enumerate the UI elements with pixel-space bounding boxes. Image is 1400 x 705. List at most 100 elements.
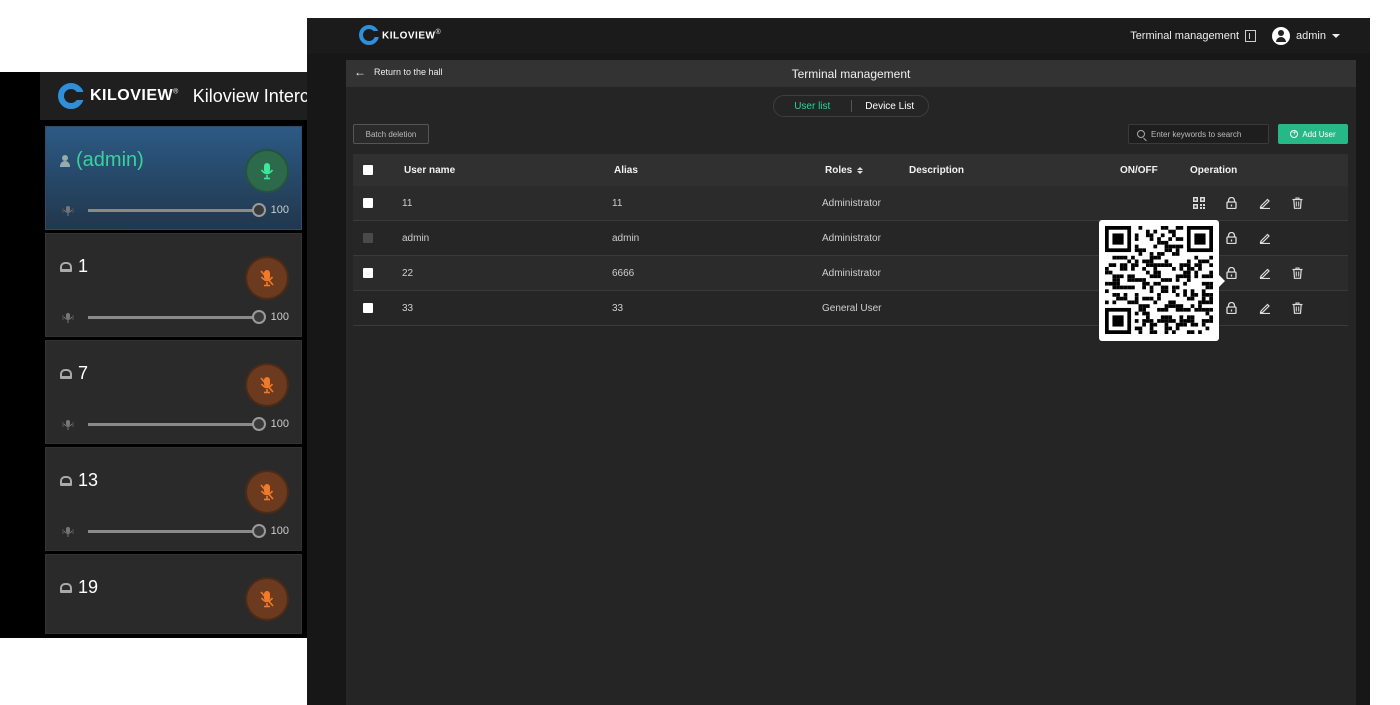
table-row: 11 11 Administrator — [353, 186, 1348, 221]
terminal-icon — [60, 475, 72, 486]
cell-alias: 33 — [612, 302, 624, 314]
tab-switcher: User list Device List — [773, 95, 929, 117]
user-avatar-icon[interactable] — [1272, 27, 1291, 45]
intercom-title: Kiloview Intercom — [192, 85, 307, 106]
terminal-icon — [60, 261, 72, 272]
intercom-card-label: 7 — [78, 363, 89, 383]
search-box[interactable] — [1128, 124, 1269, 144]
row-checkbox[interactable] — [363, 268, 373, 278]
search-icon — [1137, 130, 1145, 138]
add-user-button[interactable]: + Add User — [1278, 124, 1348, 144]
cell-alias: 11 — [612, 197, 623, 209]
cell-user-name: 33 — [402, 302, 414, 314]
cell-role: General User — [822, 302, 882, 314]
volume-slider-knob[interactable] — [252, 416, 266, 431]
header-operation: Operation — [1190, 164, 1238, 176]
row-checkbox[interactable] — [363, 303, 373, 313]
add-user-label[interactable]: Add User — [1302, 130, 1335, 139]
edit-icon[interactable] — [1256, 300, 1273, 317]
screenshot-stage: KILOVIEW® Kiloview Intercom (admin)10011… — [0, 0, 1400, 705]
search-input[interactable] — [1151, 129, 1261, 139]
volume-row: 100 — [62, 416, 289, 431]
cell-operations — [1190, 186, 1306, 220]
user-menu-name[interactable]: admin — [1296, 30, 1326, 42]
select-all-checkbox[interactable] — [363, 165, 373, 175]
volume-row: 100 — [62, 202, 289, 217]
edit-icon[interactable] — [1256, 265, 1273, 282]
volume-row: 100 — [62, 523, 289, 538]
volume-slider-knob[interactable] — [252, 202, 266, 217]
intercom-card-label: 19 — [78, 577, 99, 597]
select-all-cell — [363, 154, 373, 186]
intercom-window: KILOVIEW® Kiloview Intercom (admin)10011… — [0, 72, 307, 638]
cell-role: Administrator — [822, 232, 881, 244]
top-brand-text: KILOVIEW — [382, 30, 436, 42]
microphone-muted-icon[interactable] — [247, 472, 287, 512]
cell-role: Administrator — [822, 267, 881, 279]
top-bar: KILOVIEW® Terminal management admin — [307, 18, 1370, 53]
microphone-muted-icon[interactable] — [247, 365, 287, 405]
microphone-muted-icon[interactable] — [247, 579, 287, 619]
top-brand-text-wrap: KILOVIEW® — [382, 29, 441, 41]
person-icon — [60, 154, 70, 167]
qr-code-icon[interactable] — [1190, 195, 1207, 212]
intercom-card[interactable]: 1 100 — [45, 233, 302, 337]
terminal-management-icon[interactable] — [1245, 30, 1257, 42]
lock-icon[interactable] — [1223, 230, 1240, 247]
tab-device-list[interactable]: Device List — [852, 101, 929, 112]
tab-user-list[interactable]: User list — [774, 101, 851, 112]
chevron-down-icon[interactable] — [1332, 34, 1340, 38]
edit-icon[interactable] — [1256, 230, 1273, 247]
lock-icon[interactable] — [1223, 300, 1240, 317]
volume-slider[interactable] — [88, 416, 266, 431]
trash-icon[interactable] — [1289, 195, 1306, 212]
volume-slider[interactable] — [88, 202, 266, 217]
row-checkbox[interactable] — [363, 198, 373, 208]
lock-icon[interactable] — [1223, 195, 1240, 212]
cell-user-name: admin — [402, 232, 430, 244]
microphone-muted-icon[interactable] — [247, 258, 287, 298]
lock-icon[interactable] — [1223, 265, 1240, 282]
trash-icon[interactable] — [1289, 265, 1306, 282]
volume-row: 100 — [62, 309, 289, 324]
header-roles-cell[interactable]: Roles — [825, 154, 864, 186]
trash-icon[interactable] — [1289, 300, 1306, 317]
intercom-header: KILOVIEW® Kiloview Intercom — [40, 72, 307, 120]
terminal-management-link[interactable]: Terminal management — [1130, 30, 1239, 42]
cell-alias: admin — [612, 232, 640, 244]
intercom-card[interactable]: 19 — [45, 554, 302, 634]
title-bar: ← Return to the hall Terminal management — [346, 60, 1356, 87]
intercom-card-name: 7 — [60, 363, 88, 384]
intercom-card-label: 13 — [78, 470, 99, 490]
intercom-card[interactable]: (admin) 100 — [45, 126, 302, 230]
volume-value: 100 — [270, 525, 289, 537]
volume-mic-icon — [62, 525, 74, 537]
volume-mic-icon — [62, 204, 74, 216]
volume-slider[interactable] — [88, 523, 266, 538]
volume-value: 100 — [270, 311, 289, 323]
header-on-off: ON/OFF — [1120, 164, 1158, 176]
intercom-card-name: (admin) — [60, 149, 144, 172]
cell-user-name: 22 — [402, 267, 414, 279]
row-select-cell — [363, 221, 373, 255]
batch-deletion-button[interactable]: Batch deletion — [353, 124, 429, 144]
intercom-card[interactable]: 7 100 — [45, 340, 302, 444]
cell-role: Administrator — [822, 197, 881, 209]
intercom-brand-text: KILOVIEW — [90, 87, 174, 104]
top-brand: KILOVIEW® — [359, 25, 441, 45]
header-roles[interactable]: Roles — [825, 165, 852, 176]
sort-icon[interactable] — [857, 166, 864, 174]
intercom-card-name: 1 — [60, 256, 88, 277]
volume-slider-knob[interactable] — [252, 523, 266, 538]
row-select-cell — [363, 291, 373, 325]
cell-user-name: 11 — [402, 197, 413, 209]
header-description: Description — [909, 164, 965, 176]
microphone-icon[interactable] — [247, 151, 287, 191]
management-panel: ← Return to the hall Terminal management… — [346, 60, 1356, 705]
volume-slider-knob[interactable] — [252, 309, 266, 324]
plus-circle-icon: + — [1290, 130, 1299, 138]
qr-code-popup — [1099, 220, 1225, 341]
volume-slider[interactable] — [88, 309, 266, 324]
intercom-card[interactable]: 13 100 — [45, 447, 302, 551]
edit-icon[interactable] — [1256, 195, 1273, 212]
